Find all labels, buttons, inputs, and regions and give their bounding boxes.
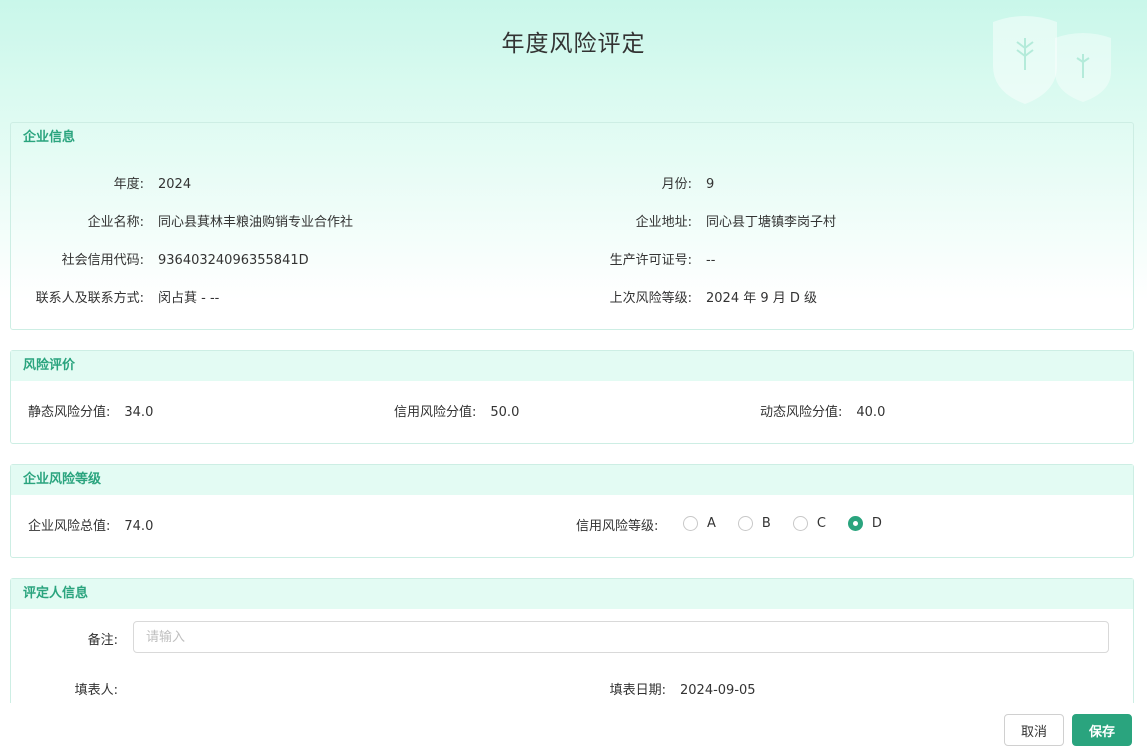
dialog-title: 年度风险评定 — [501, 31, 646, 57]
company-name-field: 企业名称: 同心县萁林丰粮油购销专业合作社 — [23, 211, 353, 230]
license-value: -- — [706, 253, 716, 268]
credit-risk-field: 信用风险分值: 50.0 — [394, 401, 519, 420]
company-name-value: 同心县萁林丰粮油购销专业合作社 — [158, 215, 354, 230]
contact-label: 联系人及联系方式: — [35, 291, 144, 306]
radio-option-a[interactable]: A — [683, 516, 716, 531]
static-risk-value: 34.0 — [124, 405, 154, 420]
static-risk-field: 静态风险分值: 34.0 — [28, 401, 153, 420]
company-info-section: 企业信息 年度: 2024 月份: 9 企业名称: 同心县萁林丰粮油购销专业合作社 企… — [10, 122, 1134, 330]
risk-level-section: 企业风险等级 企业风险总值: 74.0 信用风险等级: A B C D — [10, 464, 1134, 558]
license-label: 生产许可证号: — [609, 253, 692, 268]
dynamic-risk-label: 动态风险分值: — [760, 405, 843, 420]
remark-label-field: 备注: — [23, 629, 118, 648]
radio-circle-icon[interactable] — [792, 516, 808, 531]
company-name-label: 企业名称: — [87, 215, 144, 230]
year-label: 年度: — [113, 177, 144, 192]
fill-date-value: 2024-09-05 — [680, 683, 756, 698]
last-level-value: 2024 年 9 月 D 级 — [706, 291, 818, 306]
year-field: 年度: 2024 — [23, 173, 191, 192]
month-label: 月份: — [661, 177, 692, 192]
remark-input[interactable] — [133, 621, 1109, 653]
company-address-value: 同心县丁塘镇李岗子村 — [706, 215, 837, 230]
radio-option-b[interactable]: B — [737, 516, 771, 531]
radio-label-a: A — [707, 516, 716, 531]
radio-option-c[interactable]: C — [792, 516, 826, 531]
fill-date-label: 填表日期: — [609, 683, 666, 698]
radio-label-c: C — [816, 516, 826, 531]
radio-checked-icon[interactable] — [847, 516, 863, 531]
fill-date-field: 填表日期: 2024-09-05 — [571, 679, 756, 698]
radio-circle-icon[interactable] — [683, 516, 698, 531]
total-risk-label: 企业风险总值: — [28, 519, 111, 534]
month-value: 9 — [706, 177, 715, 192]
risk-evaluation-heading: 风险评价 — [11, 351, 1133, 381]
dynamic-risk-value: 40.0 — [856, 405, 886, 420]
credit-level-label: 信用风险等级: — [576, 519, 659, 534]
credit-risk-label: 信用风险分值: — [394, 405, 477, 420]
cancel-button[interactable]: 取消 — [1004, 714, 1064, 746]
month-field: 月份: 9 — [571, 173, 715, 192]
credit-level-radio-group: A B C D — [683, 516, 904, 531]
radio-circle-icon[interactable] — [737, 516, 753, 531]
credit-code-field: 社会信用代码: 93640324096355841D — [23, 249, 309, 268]
credit-code-label: 社会信用代码: — [61, 253, 144, 268]
radio-option-d[interactable]: D — [847, 516, 882, 531]
license-field: 生产许可证号: -- — [571, 249, 716, 268]
filler-field: 填表人: — [23, 679, 132, 698]
dynamic-risk-field: 动态风险分值: 40.0 — [760, 401, 885, 420]
contact-field: 联系人及联系方式: 闵占萁 - -- — [23, 287, 220, 306]
shield-wheat-icon — [993, 16, 1111, 104]
credit-level-label-field: 信用风险等级: — [576, 515, 658, 534]
radio-label-d: D — [871, 516, 882, 531]
static-risk-label: 静态风险分值: — [28, 405, 111, 420]
credit-code-value: 93640324096355841D — [158, 253, 309, 268]
dialog-footer: 取消 保存 — [0, 703, 1147, 756]
company-info-heading: 企业信息 — [23, 130, 76, 145]
evaluator-section: 评定人信息 备注: 填表人: 填表日期: 2024-09-05 — [10, 578, 1134, 718]
radio-label-b: B — [761, 516, 771, 531]
total-risk-value: 74.0 — [124, 519, 154, 534]
remark-label: 备注: — [87, 633, 118, 648]
risk-level-heading: 企业风险等级 — [11, 465, 1133, 495]
filler-label: 填表人: — [74, 683, 118, 698]
contact-value: 闵占萁 - -- — [158, 291, 220, 306]
evaluator-heading: 评定人信息 — [11, 579, 1133, 609]
last-level-label: 上次风险等级: — [609, 291, 692, 306]
year-value: 2024 — [158, 177, 192, 192]
company-address-field: 企业地址: 同心县丁塘镇李岗子村 — [571, 211, 836, 230]
credit-risk-value: 50.0 — [490, 405, 520, 420]
last-level-field: 上次风险等级: 2024 年 9 月 D 级 — [571, 287, 817, 306]
total-risk-field: 企业风险总值: 74.0 — [28, 515, 153, 534]
save-button[interactable]: 保存 — [1072, 714, 1132, 746]
company-address-label: 企业地址: — [635, 215, 692, 230]
risk-evaluation-section: 风险评价 静态风险分值: 34.0 信用风险分值: 50.0 动态风险分值: 40.0 — [10, 350, 1134, 444]
